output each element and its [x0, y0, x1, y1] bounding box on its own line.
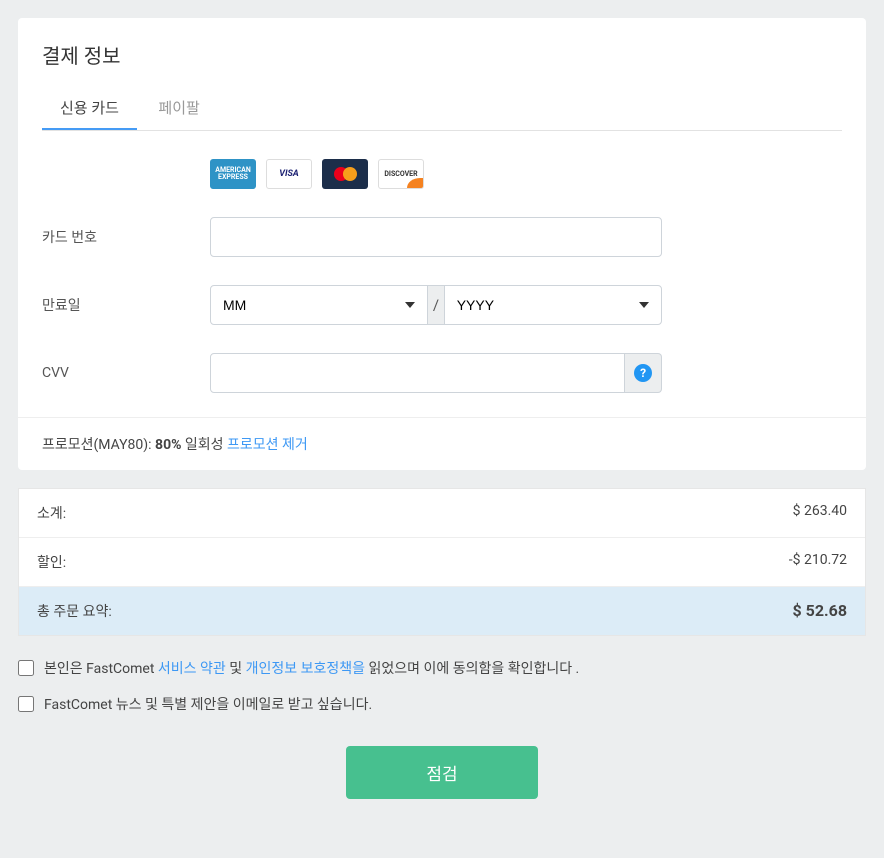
visa-icon: VISA	[266, 159, 312, 189]
promo-prefix: 프로모션(MAY80):	[42, 437, 155, 453]
payment-tabs: 신용 카드 페이팔	[42, 87, 842, 131]
promo-onetime: 일회성	[181, 437, 227, 453]
discover-icon: DISCOVER	[378, 159, 424, 189]
card-logos: AMERICAN EXPRESS VISA DISCOVER	[210, 159, 424, 189]
promo-bar: 프로모션(MAY80): 80% 일회성 프로모션 제거	[18, 417, 866, 470]
terms-checkbox-row[interactable]: 본인은 FastComet 서비스 약관 및 개인정보 보호정책을 읽었으며 이…	[18, 658, 866, 678]
summary-discount-row: 할인: -$ 210.72	[19, 538, 865, 587]
remove-promo-link[interactable]: 프로모션 제거	[227, 437, 308, 453]
date-separator: /	[428, 285, 443, 325]
total-value: $ 52.68	[792, 601, 847, 621]
expiry-month-select[interactable]: MM	[210, 285, 428, 325]
total-label: 총 주문 요약:	[37, 601, 112, 621]
amex-icon: AMERICAN EXPRESS	[210, 159, 256, 189]
cvv-help-button[interactable]: ?	[625, 353, 662, 393]
terms-checkbox[interactable]	[18, 660, 34, 676]
discount-label: 할인:	[37, 552, 66, 572]
submit-button[interactable]: 점검	[346, 746, 537, 799]
terms-and: 및	[226, 661, 246, 677]
mastercard-icon	[322, 159, 368, 189]
summary-subtotal-row: 소계: $ 263.40	[19, 489, 865, 538]
promo-percent: 80%	[155, 437, 181, 453]
tos-link[interactable]: 서비스 약관	[158, 661, 226, 677]
tab-paypal[interactable]: 페이팔	[140, 87, 217, 130]
newsletter-text: FastComet 뉴스 및 특별 제안을 이메일로 받고 싶습니다.	[44, 694, 372, 714]
tab-credit-card[interactable]: 신용 카드	[42, 87, 137, 130]
newsletter-checkbox-row[interactable]: FastComet 뉴스 및 특별 제안을 이메일로 받고 싶습니다.	[18, 694, 866, 714]
subtotal-value: $ 263.40	[793, 503, 847, 523]
cvv-label: CVV	[42, 365, 210, 381]
expiry-label: 만료일	[42, 295, 210, 315]
card-number-input[interactable]	[210, 217, 662, 257]
help-icon: ?	[634, 364, 652, 382]
order-summary: 소계: $ 263.40 할인: -$ 210.72 총 주문 요약: $ 52…	[18, 488, 866, 636]
terms-suffix: 읽었으며 이에 동의함을 확인합니다 .	[365, 661, 579, 677]
terms-prefix: 본인은 FastComet	[44, 661, 158, 677]
section-title: 결제 정보	[42, 40, 842, 69]
newsletter-checkbox[interactable]	[18, 696, 34, 712]
summary-total-row: 총 주문 요약: $ 52.68	[19, 587, 865, 635]
discount-value: -$ 210.72	[789, 552, 847, 572]
expiry-year-select[interactable]: YYYY	[444, 285, 662, 325]
payment-card: 결제 정보 신용 카드 페이팔 AMERICAN EXPRESS VISA DI…	[18, 18, 866, 470]
agreement-section: 본인은 FastComet 서비스 약관 및 개인정보 보호정책을 읽었으며 이…	[18, 658, 866, 714]
privacy-link[interactable]: 개인정보 보호정책을	[246, 661, 365, 677]
card-number-label: 카드 번호	[42, 227, 210, 247]
cvv-input[interactable]	[210, 353, 625, 393]
subtotal-label: 소계:	[37, 503, 66, 523]
